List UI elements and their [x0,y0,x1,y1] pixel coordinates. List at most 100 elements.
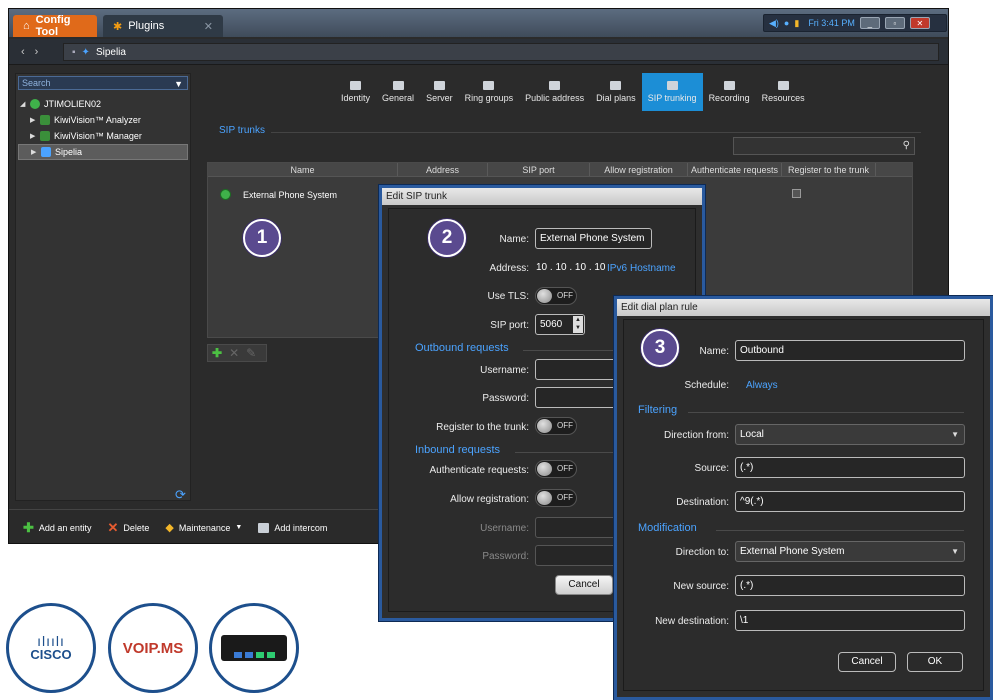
maximize-button[interactable]: ▫ [884,17,905,29]
expand-arrow-icon[interactable]: ▶ [30,132,36,140]
password-input[interactable] [535,387,625,408]
voipms-wordmark: VOIP.MS [122,639,184,657]
cisco-logo-content: ılıılı CISCO [30,632,71,662]
column-header[interactable]: SIP port [488,163,590,176]
add-entity-button[interactable]: ✚ Add an entity [23,520,91,536]
source-label: Source: [694,463,729,474]
minimize-button[interactable]: _ [859,17,880,29]
app-tab-bar: ⌂ Config Tool ✱ Plugins ✕ ◀) ● ▮ Fri 3:4… [9,9,948,38]
cisco-bars-icon: ılıılı [37,632,65,649]
tree-item-kiwi-analyzer[interactable]: ▶ KiwiVision™ Analyzer [18,112,188,128]
sip-port-label: SIP port: [490,320,529,331]
ipv6-link[interactable]: IPv6 [607,263,627,274]
direction-to-dropdown[interactable]: External Phone System ▼ [735,541,965,562]
column-header[interactable]: Name [208,163,398,176]
new-destination-label: New destination: [655,616,729,627]
tab-dial-plans[interactable]: Dial plans [590,73,642,111]
add-icon: ✚ [23,519,34,535]
allow-registration-label: Allow registration: [450,494,529,505]
close-window-button[interactable]: ✕ [909,17,930,29]
allow-registration-toggle[interactable]: OFF [535,489,577,507]
tab-plugins[interactable]: ✱ Plugins ✕ [103,15,223,37]
spinner-icon[interactable]: ▲ ▼ [573,316,583,333]
column-header[interactable]: Register to the trunk [782,163,876,176]
column-header[interactable]: Allow registration [590,163,688,176]
tab-config-tool[interactable]: ⌂ Config Tool [13,14,97,38]
globe-icon[interactable]: ● [784,18,789,28]
toggle-state: OFF [557,464,573,473]
add-intercom-button[interactable]: Add intercom [258,522,328,533]
register-checkbox[interactable] [792,189,801,198]
username-input[interactable] [535,359,625,380]
collapse-arrow-icon[interactable]: ◢ [20,100,26,108]
delete-icon[interactable]: ✕ [229,346,239,360]
identity-icon [350,81,362,90]
address-field[interactable]: ▪ ✦ Sipelia [63,43,939,61]
delete-label: Delete [123,522,150,533]
schedule-link[interactable]: Always [746,380,778,391]
direction-from-dropdown[interactable]: Local ▼ [735,424,965,445]
expand-arrow-icon[interactable]: ▶ [31,148,37,156]
tab-server[interactable]: Server [420,73,459,111]
refresh-icon[interactable]: ⟳ [175,487,186,503]
cancel-button[interactable]: Cancel [838,652,896,672]
tree-item-label: KiwiVision™ Analyzer [54,115,141,125]
source-input[interactable]: (.*) [735,457,965,478]
tab-resources[interactable]: Resources [756,73,811,111]
tab-label: Ring groups [464,93,514,103]
trunk-search-input[interactable]: ⚲ [733,137,915,155]
maintenance-button[interactable]: ◆ Maintenance ▼ [165,521,242,534]
ok-button[interactable]: OK [907,652,963,672]
edit-icon[interactable]: ✎ [246,346,256,360]
tab-public-address[interactable]: Public address [519,73,590,111]
tree-item-sipelia[interactable]: ▶ Sipelia [18,144,188,160]
sip-port-input[interactable]: 5060 ▲ ▼ [535,314,585,335]
cancel-button[interactable]: Cancel [555,575,613,595]
new-source-label: New source: [673,581,729,592]
tree-item-server[interactable]: ◢ JTIMOLIEN02 [18,96,188,112]
voip-adapter-device-icon [221,635,287,661]
tab-recording[interactable]: Recording [703,73,756,111]
close-tab-icon[interactable]: ✕ [204,20,213,33]
alert-icon[interactable]: ▮ [794,18,799,29]
inbound-username-label: Username: [480,523,529,534]
add-icon[interactable]: ✚ [212,346,222,360]
new-destination-input[interactable]: \1 [735,610,965,631]
direction-from-value: Local [740,429,764,440]
filter-icon[interactable]: ▼ [174,78,183,90]
section-title-sip-trunks: SIP trunks [219,125,265,136]
back-arrow-icon[interactable]: ‹ [21,46,25,58]
tab-label: Public address [525,93,585,103]
tab-general[interactable]: General [376,73,420,111]
hostname-link[interactable]: Hostname [630,263,676,274]
tab-ring-groups[interactable]: Ring groups [459,73,520,111]
password-label: Password: [482,393,529,404]
search-icon[interactable]: ⚲ [903,140,910,151]
column-header[interactable]: Address [398,163,488,176]
callout-3: 3 [641,329,679,367]
destination-input[interactable]: ^9(.*) [735,491,965,512]
register-trunk-toggle[interactable]: OFF [535,417,577,435]
name-input[interactable]: External Phone System [535,228,652,249]
inbound-password-input[interactable] [535,545,625,566]
new-source-input[interactable]: (.*) [735,575,965,596]
name-input[interactable]: Outbound [735,340,965,361]
expand-arrow-icon[interactable]: ▶ [30,116,36,124]
authenticate-requests-toggle[interactable]: OFF [535,460,577,478]
add-intercom-label: Add intercom [274,522,328,533]
delete-button[interactable]: ✕ Delete [107,520,149,536]
inbound-password-label: Password: [482,551,529,562]
section-divider [688,412,964,413]
inbound-username-input[interactable] [535,517,625,538]
tree-search-input[interactable]: Search ▼ [18,76,188,90]
use-tls-toggle[interactable]: OFF [535,287,577,305]
tree-item-kiwi-manager[interactable]: ▶ KiwiVision™ Manager [18,128,188,144]
address-value[interactable]: 10 . 10 . 10 . 10 [536,262,606,273]
toggle-knob [537,419,552,433]
volume-icon[interactable]: ◀) [769,18,779,29]
forward-arrow-icon[interactable]: › [35,46,39,58]
tab-label: General [382,93,415,103]
tab-identity[interactable]: Identity [335,73,376,111]
column-header[interactable]: Authenticate requests [688,163,782,176]
tab-sip-trunking[interactable]: SIP trunking [641,73,703,111]
